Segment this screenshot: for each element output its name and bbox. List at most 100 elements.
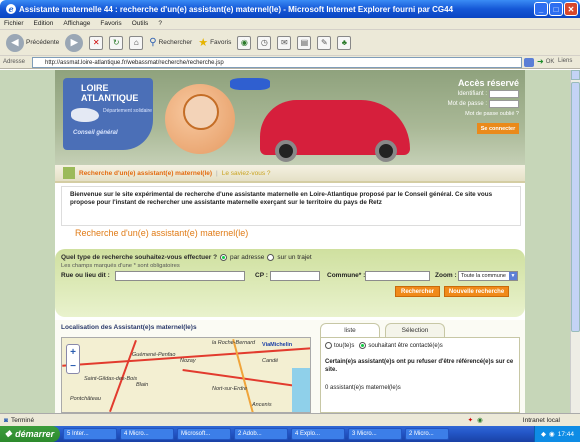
system-tray: ◆ ◉ 17:44 [534,426,580,442]
tray-icon[interactable]: ◉ [549,430,555,438]
access-title: Accès réservé [457,78,519,88]
nav-bar: Recherche d'un(e) assistant(e) maternel(… [55,165,525,183]
commune-label: Commune* : [327,272,366,279]
page-title: Recherche d'un(e) assistant(e) maternel(… [75,228,249,238]
home-nav-icon[interactable] [63,167,75,179]
tab-selection[interactable]: Sélection [385,323,445,337]
search-button[interactable]: ⚲ Rechercher [149,37,192,48]
forward-button[interactable]: ▶ [65,33,84,52]
maximize-button[interactable]: □ [549,2,563,16]
new-search-button[interactable]: Nouvelle recherche [444,286,509,297]
start-button[interactable]: ❖ démarrer [0,426,60,442]
windows-logo-icon: ❖ [4,428,13,439]
cp-input[interactable] [270,271,320,281]
page-background: LOIRE ATLANTIQUE Département solidaire C… [0,70,570,413]
edit-icon[interactable]: ✎ [317,35,332,50]
stop-icon[interactable]: ✕ [89,35,104,50]
menu-fichier[interactable]: Fichier [4,20,24,27]
password-label: Mot de passe : [447,101,487,107]
go-button[interactable]: ➜ OK [537,57,554,66]
favorites-button[interactable]: ★ Favoris [198,36,231,49]
zoom-out-icon[interactable]: − [67,359,79,373]
map-place: Blain [136,382,149,388]
zoom-in-icon[interactable]: + [67,345,79,359]
menu-edition[interactable]: Edition [34,20,54,27]
radio-route[interactable] [267,254,275,261]
results-panel: tou(te)s souhaitant être contacté(e)s Ce… [320,337,520,413]
taskbar: ❖ démarrer 5 Inter... 4 Micro... Microsof… [0,426,580,442]
address-dropdown[interactable] [524,58,534,67]
map-place: Pontchâteau [70,396,101,402]
zoom-select[interactable]: Toute la commune ▼ [458,271,518,281]
scroll-thumb[interactable] [571,82,580,332]
menu-affichage[interactable]: Affichage [63,20,90,27]
address-bar: Adresse http://assmat.loire-atlantique.f… [0,56,580,69]
radio-all[interactable] [325,342,332,349]
task-button[interactable]: 4 Micro... [120,428,174,440]
map-panel[interactable]: + − ViaMichelin la Roche-Bernard Guémené… [61,337,311,413]
minimize-button[interactable]: _ [534,2,548,16]
links-button[interactable]: Liens [558,58,572,64]
address-input[interactable]: http://assmat.loire-atlantique.fr/webass… [32,57,522,68]
zoom-label: Zoom : [435,272,457,279]
commune-input[interactable] [365,271,430,281]
child-face-icon [183,94,219,130]
print-icon[interactable]: ▤ [297,35,312,50]
viamichelin-brand: ViaMichelin [262,342,293,348]
tray-icon[interactable]: ◆ [541,430,546,438]
scroll-up-icon[interactable] [571,70,580,80]
messenger-icon[interactable]: ♣ [337,35,352,50]
back-arrow-icon: ◀ [6,33,24,52]
task-button[interactable]: 2 Adob... [234,428,288,440]
search-type-question: Quel type de recherche souhaitez-vous ef… [61,254,218,261]
car-wheel-icon [375,140,397,162]
task-button[interactable]: 5 Inter... [63,428,117,440]
menu-favoris[interactable]: Favoris [100,20,121,27]
header-banner: LOIRE ATLANTIQUE Département solidaire C… [55,70,525,165]
river-icon [292,368,310,412]
media-icon[interactable]: ◉ [237,35,252,50]
vertical-scrollbar[interactable] [570,70,580,413]
login-box: Accès réservé Identifiant : Mot de passe… [427,78,519,160]
task-button[interactable]: 3 Micro... [348,428,402,440]
street-input[interactable] [115,271,245,281]
login-label: Identifiant : [457,91,487,97]
mail-icon[interactable]: ✉ [277,35,292,50]
login-input[interactable] [489,90,519,98]
home-icon[interactable]: ⌂ [129,35,144,50]
tab-search[interactable]: Recherche d'un(e) assistant(e) maternel(… [79,170,212,177]
password-input[interactable] [489,100,519,108]
menu-outils[interactable]: Outils [132,20,149,27]
search-form: Quel type de recherche souhaitez-vous ef… [55,249,525,317]
status-text: Terminé [10,416,35,424]
clock: 17:44 [557,430,574,438]
loire-atlantique-logo[interactable]: LOIRE ATLANTIQUE Département solidaire C… [63,78,153,150]
page-content: LOIRE ATLANTIQUE Département solidaire C… [55,70,525,413]
back-button[interactable]: ◀ Précédente [6,33,59,52]
go-arrow-icon: ➜ [537,57,544,66]
car-wheel-icon [275,140,297,162]
map-zoom-control[interactable]: + − [66,344,80,374]
forgot-password-link[interactable]: Mot de passe oublié ? [427,111,519,117]
history-icon[interactable]: ◷ [257,35,272,50]
logo-wave-icon [71,108,99,122]
radio-contact[interactable] [359,342,367,349]
intro-text: Bienvenue sur le site expérimental de re… [61,186,521,226]
task-button[interactable]: Microsoft... [177,428,231,440]
airplane-icon [230,78,270,90]
security-icon: ✦ [467,417,474,424]
map-place: Candé [262,358,279,364]
search-button-orange[interactable]: Rechercher [395,286,440,297]
tab-did-you-know[interactable]: Le saviez-vous ? [222,170,271,177]
menu-help[interactable]: ? [158,20,162,27]
connect-button[interactable]: Se connecter [477,123,519,134]
tab-list[interactable]: liste [320,323,380,337]
close-button[interactable]: ✕ [564,2,578,16]
radio-address[interactable] [220,254,228,261]
task-button[interactable]: 4 Explo... [291,428,345,440]
map-place: Nort-sur-Erdre [212,386,248,392]
task-button[interactable]: 2 Micro... [405,428,449,440]
refresh-icon[interactable]: ↻ [109,35,124,50]
status-bar: ◙ Terminé ✦ ◉ Intranet local [0,413,580,426]
street-label: Rue ou lieu dit : [61,272,110,279]
